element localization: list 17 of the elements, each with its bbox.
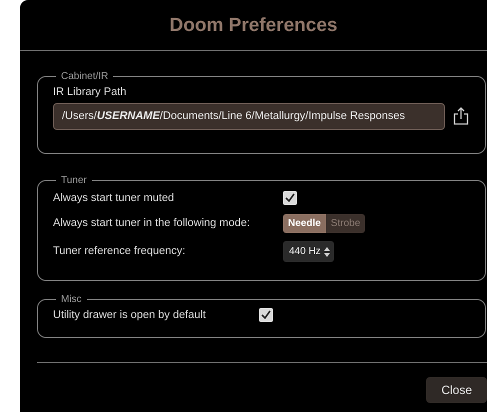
share-icon[interactable] [453,107,469,126]
close-button[interactable]: Close [426,376,487,402]
setting-label: Always start tuner in the following mode: [53,216,251,232]
checkbox[interactable] [259,308,273,322]
field-label: IR Library Path [53,84,128,100]
setting-label: Always start tuner muted [53,190,176,206]
mode-option[interactable]: Needle [283,214,326,233]
setting-label: Utility drawer is open by default [53,308,207,322]
group-legend: Misc [56,294,87,304]
path-field[interactable]: /Users/USERNAME/Documents/Line 6/Metallurgy/Impulse Responses [53,103,445,130]
group-legend: Tuner [56,176,92,186]
checkbox[interactable] [283,190,297,205]
setting-label: Tuner reference frequency: [53,244,186,260]
stepper-arrows-icon[interactable] [324,246,330,258]
group-legend: Cabinet/IR [56,72,114,82]
window-title: Doom Preferences [20,0,487,50]
frequency-stepper[interactable]: 440 Hz [283,241,334,262]
